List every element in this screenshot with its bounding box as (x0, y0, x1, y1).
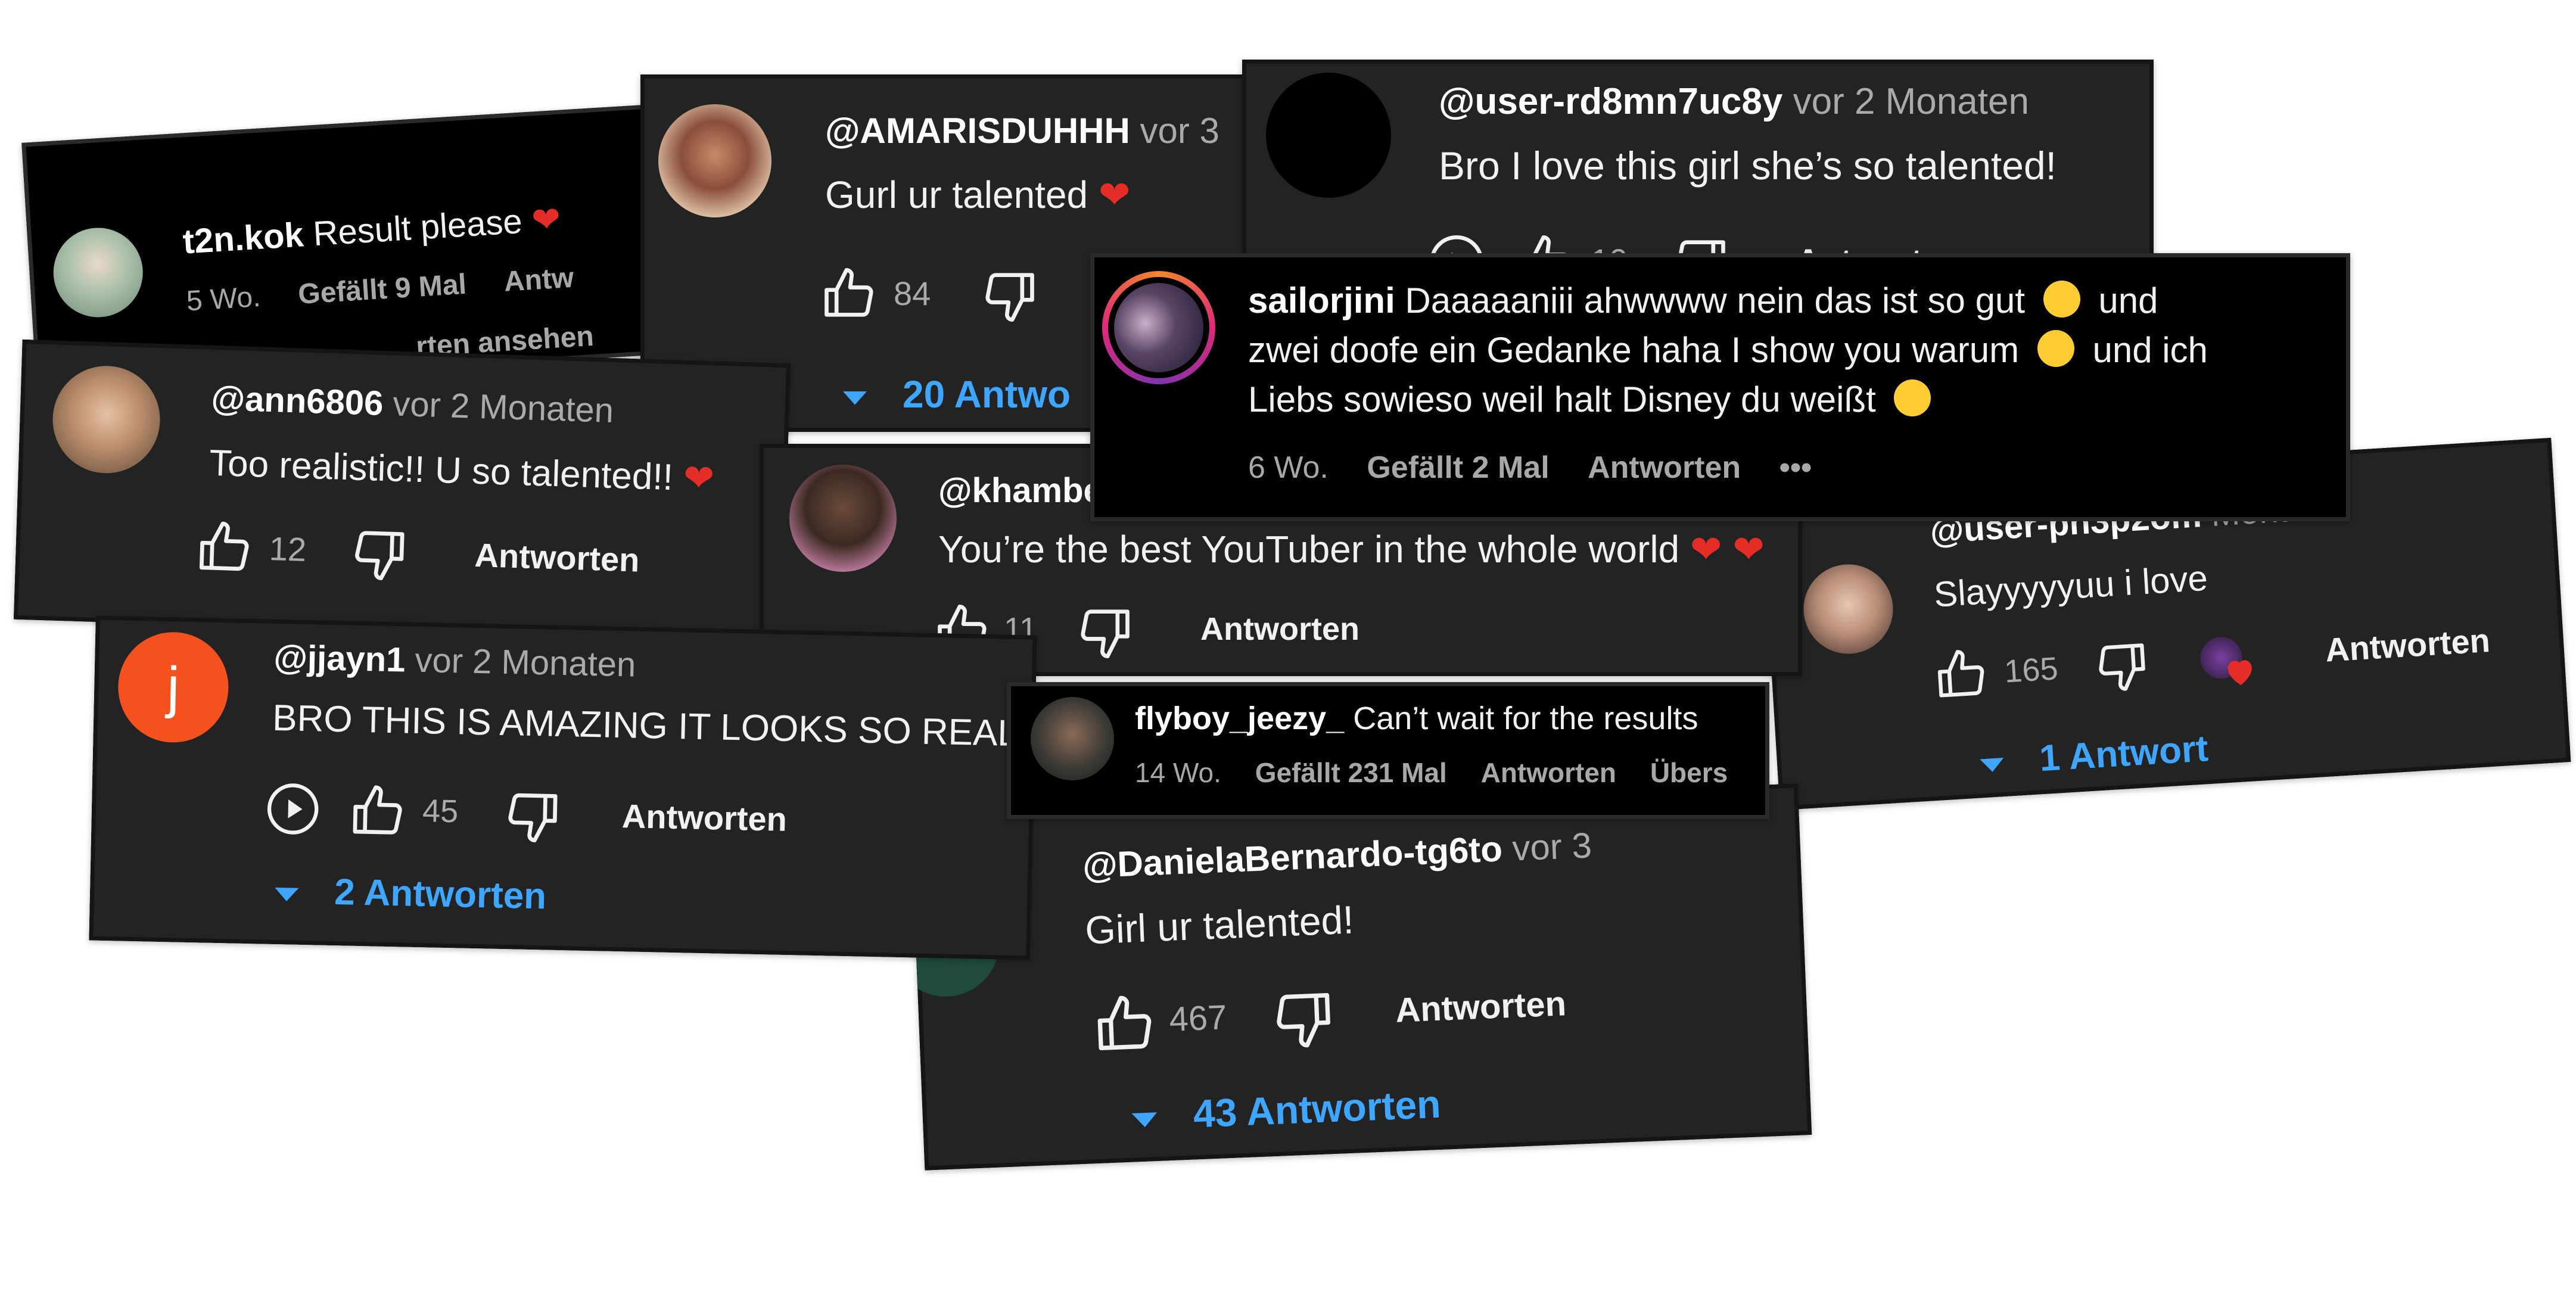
comment-username[interactable]: @jjayn1 (273, 638, 406, 680)
comment-card-jjayn: j @jjayn1 vor 2 Monaten BRO THIS IS AMAZ… (89, 615, 1037, 960)
comment-text-line-2: zwei doofe ein Gedanke haha I show you w… (1248, 330, 2020, 370)
comment-age: vor 3 (1511, 825, 1593, 869)
replies-label: 1 Antwort (2038, 728, 2210, 780)
comment-card-daniela: @DanielaBernardo-tg6to vor 3 Girl ur tal… (910, 783, 1812, 1171)
dislike-button[interactable] (2092, 636, 2152, 696)
chevron-down-icon (1125, 1099, 1165, 1139)
more-options-icon[interactable]: ••• (1779, 450, 1812, 485)
replies-label: 20 Antwo (903, 373, 1071, 416)
like-button[interactable] (1091, 991, 1159, 1059)
comment-text-line-3: Liebs sowieso weil halt Disney du weißt (1248, 379, 1876, 419)
comment-text: BRO THIS IS AMAZING IT LOOKS SO REAL (272, 697, 1019, 754)
avatar-letter: j (166, 655, 181, 719)
reply-button[interactable]: Antw (503, 262, 574, 298)
avatar[interactable] (789, 465, 897, 572)
comment-text: Bro I love this girl she’s so talented! (1439, 144, 2057, 188)
heart-eyes-emoji-icon (2043, 281, 2080, 318)
like-button[interactable] (194, 518, 255, 579)
comment-card-rd8: @user-rd8mn7uc8y vor 2 Monaten Bro I lov… (1242, 60, 2154, 286)
comment-age: vor 2 Monaten (414, 640, 636, 684)
comment-age: vor 2 Monaten (392, 384, 615, 431)
reply-button[interactable]: Antworten (1200, 611, 1359, 648)
chevron-down-icon (1973, 745, 2011, 783)
dislike-button[interactable] (1075, 602, 1135, 661)
heart-icon (2221, 653, 2259, 691)
comment-username[interactable]: @user-rd8mn7uc8y (1439, 81, 1782, 122)
view-replies-link[interactable]: 43 Antworten (1125, 1081, 1442, 1139)
avatar[interactable] (658, 104, 771, 217)
avatar[interactable]: j (117, 631, 230, 744)
replies-label: 43 Antworten (1192, 1081, 1442, 1136)
heart-emoji-icon: ❤ (682, 457, 715, 500)
comment-text: Result please (312, 201, 524, 254)
like-button[interactable] (819, 265, 879, 325)
comment-text: You’re the best YouTuber in the whole wo… (938, 528, 1680, 571)
comment-text-line-1: Daaaaaniii ahwwww nein das ist so gut (1405, 281, 2025, 320)
play-icon[interactable] (264, 780, 322, 838)
heart-emoji-icon: ❤ (530, 199, 562, 240)
comment-age: vor 2 Monaten (1793, 81, 2029, 122)
chevron-down-icon (269, 875, 305, 911)
view-replies-link[interactable]: 1 Antwort (1973, 727, 2210, 784)
comment-username[interactable]: @AMARISDUHHH (825, 111, 1130, 151)
reply-button[interactable]: Antworten (1588, 450, 1741, 485)
reply-button[interactable]: Antworten (474, 536, 640, 580)
comment-text: Gurl ur talented (825, 173, 1088, 216)
dislike-button[interactable] (980, 265, 1040, 325)
like-count: 165 (2003, 651, 2059, 690)
like-count: 467 (1168, 998, 1228, 1039)
comment-card-flyboy: flyboy_jeezy_ Can’t wait for the results… (1007, 682, 1769, 819)
like-count[interactable]: Gefällt 2 Mal (1367, 450, 1549, 485)
comment-username[interactable]: @ann6806 (211, 379, 384, 423)
like-count[interactable]: Gefällt 9 Mal (297, 269, 467, 310)
comment-text: Slayyyyyuu i love (1933, 558, 2209, 615)
comment-username[interactable]: sailorjini (1248, 281, 1395, 320)
avatar[interactable] (1031, 697, 1114, 780)
like-count[interactable]: Gefällt 231 Mal (1255, 757, 1447, 788)
replies-label: 2 Antworten (334, 872, 547, 917)
comment-card-ann: @ann6806 vor 2 Monaten Too realistic!! U… (13, 339, 791, 644)
reply-button[interactable]: Antworten (621, 796, 787, 839)
comment-age: vor 3 (1140, 111, 1219, 151)
like-count: 84 (894, 275, 931, 312)
like-button[interactable] (347, 782, 408, 842)
comment-age: 6 Wo. (1248, 450, 1329, 485)
chevron-down-icon (837, 379, 873, 415)
heart-emoji-icon: ❤ (1098, 173, 1131, 216)
dislike-button[interactable] (1270, 984, 1337, 1052)
comment-username[interactable]: flyboy_jeezy_ (1135, 701, 1344, 736)
avatar[interactable] (1266, 73, 1391, 198)
reply-button[interactable]: Antworten (1481, 757, 1616, 788)
view-replies-link[interactable]: 20 Antwo (837, 372, 1071, 416)
avatar[interactable] (1801, 562, 1896, 656)
like-count: 45 (422, 793, 459, 830)
comment-text-line-2b: und ich (2092, 330, 2208, 370)
reply-button[interactable]: Antworten (2324, 621, 2491, 670)
comment-age: 5 Wo. (185, 281, 262, 318)
like-button[interactable] (1931, 645, 1992, 705)
comment-username[interactable]: @khambe (938, 471, 1103, 511)
avatar (1108, 277, 1209, 378)
heart-emoji-icon: ❤ ❤ (1690, 528, 1765, 571)
story-ring[interactable] (1102, 271, 1215, 384)
sweat-smile-emoji-icon (2037, 330, 2074, 367)
comment-text: Too realistic!! U so talented!! (209, 442, 674, 499)
reply-button[interactable]: Antworten (1395, 984, 1567, 1030)
comment-username[interactable]: @DanielaBernardo-tg6to (1082, 829, 1503, 885)
like-count: 12 (268, 530, 307, 568)
comment-text: Girl ur talented! (1084, 897, 1355, 953)
star-struck-emoji-icon (1894, 379, 1931, 416)
comment-age: 14 Wo. (1135, 757, 1221, 788)
avatar[interactable] (51, 225, 146, 320)
dislike-button[interactable] (502, 785, 563, 846)
comment-card-sailorjini: sailorjini Daaaaaniii ahwwww nein das is… (1090, 253, 2350, 521)
comment-username[interactable]: t2n.kok (182, 215, 305, 261)
view-replies-link[interactable]: 2 Antworten (269, 870, 547, 918)
comment-text-line-1b: und (2098, 281, 2158, 320)
avatar[interactable] (51, 364, 162, 475)
translate-button[interactable]: Übers (1650, 757, 1728, 788)
comment-text: Can’t wait for the results (1353, 701, 1698, 736)
dislike-button[interactable] (349, 522, 410, 584)
